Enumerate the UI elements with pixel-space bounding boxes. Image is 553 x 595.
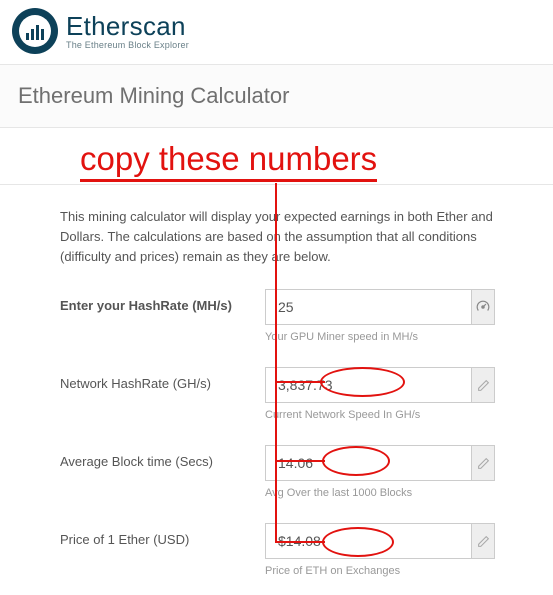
row-price: Price of 1 Ether (USD) Price of ETH on E…: [60, 523, 527, 577]
page-title: Ethereum Mining Calculator: [18, 83, 535, 109]
label-network: Network HashRate (GH/s): [60, 367, 265, 391]
brand-title: Etherscan: [66, 13, 189, 39]
annotation-text: copy these numbers: [80, 140, 377, 182]
main-panel: This mining calculator will display your…: [0, 184, 553, 595]
label-blocktime: Average Block time (Secs): [60, 445, 265, 469]
etherscan-logo-icon: [12, 8, 58, 54]
page-title-bar: Ethereum Mining Calculator: [0, 64, 553, 128]
helper-network: Current Network Speed In GH/s: [265, 409, 527, 421]
edit-icon[interactable]: [471, 367, 495, 403]
helper-price: Price of ETH on Exchanges: [265, 565, 527, 577]
row-network: Network HashRate (GH/s) Current Network …: [60, 367, 527, 421]
blocktime-input[interactable]: [265, 445, 471, 481]
label-price: Price of 1 Ether (USD): [60, 523, 265, 547]
edit-icon[interactable]: [471, 523, 495, 559]
edit-icon[interactable]: [471, 445, 495, 481]
helper-hashrate: Your GPU Miner speed in MH/s: [265, 331, 527, 343]
logo-text: Etherscan The Ethereum Block Explorer: [66, 13, 189, 50]
header: Etherscan The Ethereum Block Explorer: [0, 0, 553, 64]
row-blocktime: Average Block time (Secs) Avg Over the l…: [60, 445, 527, 499]
price-input[interactable]: [265, 523, 471, 559]
tachometer-icon: [471, 289, 495, 325]
row-hashrate: Enter your HashRate (MH/s) Your GPU Mine…: [60, 289, 527, 343]
label-hashrate: Enter your HashRate (MH/s): [60, 289, 265, 313]
helper-blocktime: Avg Over the last 1000 Blocks: [265, 487, 527, 499]
brand-subtitle: The Ethereum Block Explorer: [66, 41, 189, 50]
hashrate-input[interactable]: [265, 289, 471, 325]
network-input[interactable]: [265, 367, 471, 403]
intro-text: This mining calculator will display your…: [60, 207, 527, 267]
